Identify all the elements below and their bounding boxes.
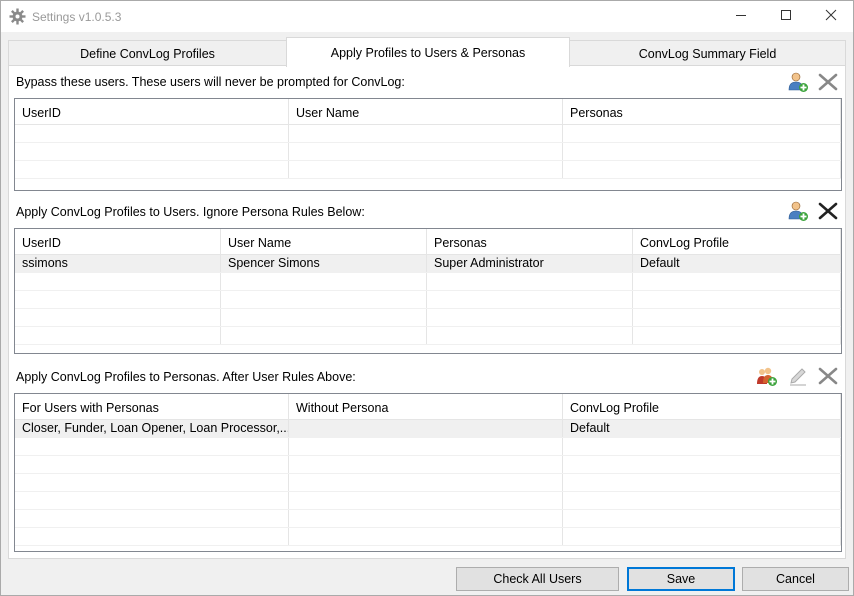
gear-icon <box>9 8 26 25</box>
remove-bypass-user-button[interactable] <box>816 71 840 95</box>
user-rules-section-label: Apply ConvLog Profiles to Users. Ignore … <box>16 205 365 219</box>
remove-icon <box>817 365 839 390</box>
settings-window: Settings v1.0.5.3 Define ConvLog Profile… <box>0 0 854 596</box>
table-row <box>15 161 841 179</box>
tab-define-profiles[interactable]: Define ConvLog Profiles <box>8 40 287 66</box>
table-row <box>15 528 841 546</box>
column-header[interactable]: Without Persona <box>289 394 563 419</box>
remove-icon <box>817 200 839 225</box>
cell-convlog-profile: Default <box>563 420 841 437</box>
table-row <box>15 273 841 291</box>
column-header[interactable]: UserID <box>15 229 221 254</box>
minimize-icon <box>735 9 747 24</box>
table-row <box>15 309 841 327</box>
add-user-icon <box>787 200 809 225</box>
minimize-button[interactable] <box>718 1 764 32</box>
bypass-section-label: Bypass these users. These users will nev… <box>16 75 405 89</box>
user-rules-grid[interactable]: UserID User Name Personas ConvLog Profil… <box>14 228 842 354</box>
cell-personas: Super Administrator <box>427 255 633 272</box>
tab-strip: Define ConvLog Profiles Apply Profiles t… <box>8 37 846 67</box>
title-bar: Settings v1.0.5.3 <box>1 1 853 32</box>
column-header[interactable]: ConvLog Profile <box>563 394 841 419</box>
grid-header: UserID User Name Personas ConvLog Profil… <box>15 229 841 255</box>
column-header[interactable]: ConvLog Profile <box>633 229 841 254</box>
add-group-icon <box>756 365 778 390</box>
add-bypass-user-button[interactable] <box>786 71 810 95</box>
add-user-icon <box>787 71 809 96</box>
remove-persona-rule-button[interactable] <box>816 365 840 389</box>
cell-userid: ssimons <box>15 255 221 272</box>
table-row <box>15 291 841 309</box>
table-row <box>15 125 841 143</box>
save-button[interactable]: Save <box>627 567 735 591</box>
table-row <box>15 492 841 510</box>
remove-icon <box>817 71 839 96</box>
check-all-users-button[interactable]: Check All Users <box>456 567 619 591</box>
remove-user-rule-button[interactable] <box>816 200 840 224</box>
table-row <box>15 327 841 345</box>
table-row <box>15 510 841 528</box>
tab-summary-field[interactable]: ConvLog Summary Field <box>569 40 846 66</box>
add-persona-rule-button[interactable] <box>755 365 779 389</box>
tab-apply-profiles[interactable]: Apply Profiles to Users & Personas <box>286 37 570 67</box>
persona-rules-section-label: Apply ConvLog Profiles to Personas. Afte… <box>16 370 356 384</box>
column-header[interactable]: User Name <box>221 229 427 254</box>
table-row[interactable]: ssimons Spencer Simons Super Administrat… <box>15 255 841 273</box>
table-row <box>15 438 841 456</box>
cell-user-name: Spencer Simons <box>221 255 427 272</box>
close-button[interactable] <box>808 1 854 32</box>
window-title: Settings v1.0.5.3 <box>32 10 122 24</box>
cell-without-persona <box>289 420 563 437</box>
maximize-button[interactable] <box>763 1 809 32</box>
table-row[interactable]: Closer, Funder, Loan Opener, Loan Proces… <box>15 420 841 438</box>
column-header[interactable]: UserID <box>15 99 289 124</box>
bypass-users-grid[interactable]: UserID User Name Personas <box>14 98 842 191</box>
pencil-icon <box>787 365 809 390</box>
cell-convlog-profile: Default <box>633 255 841 272</box>
grid-header: For Users with Personas Without Persona … <box>15 394 841 420</box>
close-icon <box>825 9 837 24</box>
column-header[interactable]: User Name <box>289 99 563 124</box>
table-row <box>15 143 841 161</box>
grid-header: UserID User Name Personas <box>15 99 841 125</box>
persona-rules-grid[interactable]: For Users with Personas Without Persona … <box>14 393 842 552</box>
table-row <box>15 456 841 474</box>
cell-with-personas: Closer, Funder, Loan Opener, Loan Proces… <box>15 420 289 437</box>
maximize-icon <box>780 9 792 24</box>
add-user-rule-button[interactable] <box>786 200 810 224</box>
column-header[interactable]: Personas <box>563 99 841 124</box>
column-header[interactable]: For Users with Personas <box>15 394 289 419</box>
column-header[interactable]: Personas <box>427 229 633 254</box>
edit-persona-rule-button[interactable] <box>786 365 810 389</box>
table-row <box>15 474 841 492</box>
cancel-button[interactable]: Cancel <box>742 567 849 591</box>
